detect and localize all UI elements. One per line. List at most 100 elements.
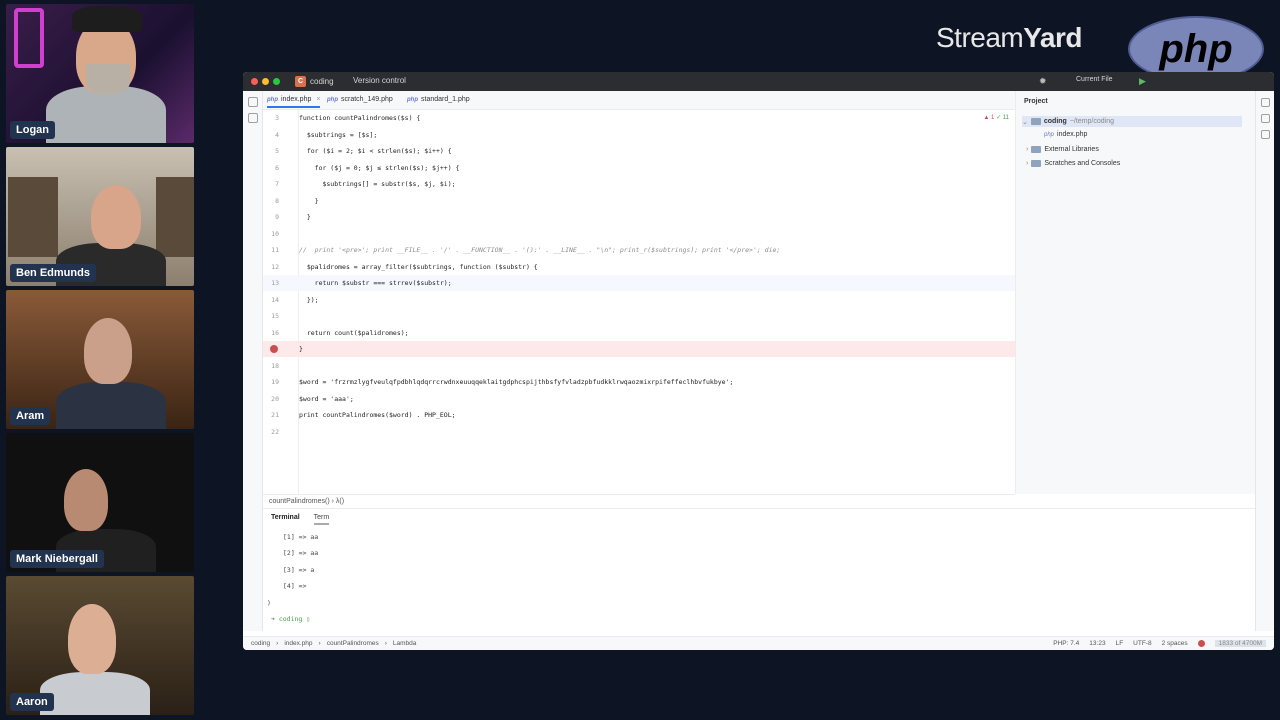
code-line[interactable]: 13 return $substr === strrev($substr); <box>263 275 1015 291</box>
terminal-output-line: [2] => aa <box>283 549 319 557</box>
code-line[interactable]: 9 } <box>263 209 1015 225</box>
project-name: coding <box>310 77 334 86</box>
line-number: 4 <box>275 130 279 139</box>
participant-name: Mark Niebergall <box>10 550 104 568</box>
terminal-prompt[interactable]: ➜ coding ▯ <box>271 615 310 623</box>
project-panel: Project ⌄ coding ~/temp/coding php index… <box>1015 91 1255 494</box>
crumb-file[interactable]: index.php <box>284 640 312 647</box>
code-text: function countPalindromes($s) { <box>299 114 421 122</box>
code-line[interactable]: 20 $word = 'aaa'; <box>263 391 1015 407</box>
code-text: } <box>299 345 303 353</box>
line-number: 19 <box>271 378 279 386</box>
code-line[interactable]: 22 <box>263 424 1015 440</box>
line-number: 11 <box>271 246 279 254</box>
code-line[interactable]: 6 for ($j = 0; $j ≤ strlen($s); $j++) { <box>263 160 1015 176</box>
terminal-panel[interactable]: Terminal Term [1] => aa [2] => aa [3] =>… <box>263 508 1255 632</box>
run-icon[interactable]: ▶ <box>1139 76 1146 87</box>
participant-tile[interactable]: Aram <box>6 290 194 429</box>
minimize-window-button[interactable] <box>262 78 269 85</box>
code-line[interactable]: 11 // print '<pre>'; print __FILE__ . '/'… <box>263 242 1015 258</box>
breakpoint-icon[interactable] <box>270 345 278 353</box>
code-text: }); <box>299 295 319 304</box>
code-text: return $substr === strrev($substr); <box>299 279 452 287</box>
participant-tile[interactable]: Logan <box>6 4 194 143</box>
project-panel-title[interactable]: Project <box>1024 98 1048 105</box>
version-control-menu[interactable]: Version control <box>353 76 406 85</box>
tree-file-index[interactable]: php index.php <box>1044 131 1087 138</box>
project-selector[interactable]: C coding <box>295 75 334 88</box>
notifications-icon[interactable] <box>1260 98 1270 107</box>
tab-scratch-php[interactable]: php scratch_149.php <box>327 96 393 103</box>
participant-tile[interactable]: Ben Edmunds <box>6 147 194 286</box>
ai-assistant-icon[interactable] <box>1260 130 1270 139</box>
file-encoding[interactable]: UTF-8 <box>1133 640 1151 647</box>
line-number: 3 <box>275 114 279 122</box>
close-window-button[interactable] <box>251 78 258 85</box>
tree-root-folder[interactable]: ⌄ coding ~/temp/coding <box>1022 116 1242 127</box>
crumb-function[interactable]: countPalindromes <box>327 640 379 647</box>
participant-tile[interactable]: Mark Niebergall <box>6 433 194 572</box>
code-breadcrumb[interactable]: countPalindromes() › λ() <box>263 494 1015 508</box>
code-line[interactable]: 7 $subtrings[] = substr($s, $j, $i); <box>263 176 1015 192</box>
library-icon <box>1031 146 1042 153</box>
tab-term[interactable]: Term <box>313 514 330 525</box>
code-line[interactable]: 5 for ($i = 2; $i < strlen($s); $i++) { <box>263 143 1015 159</box>
line-number: 20 <box>271 394 279 403</box>
run-config-selector[interactable]: Current File <box>1076 76 1113 83</box>
php-file-icon: php <box>327 96 338 103</box>
status-indicators: PHP: 7.4 13:23 LF UTF-8 2 spaces 1833 of… <box>1053 640 1266 647</box>
php-file-icon: php <box>407 96 418 103</box>
code-line[interactable]: 10 <box>263 226 1015 242</box>
ide-window: C coding Version control ✹ Current File … <box>243 72 1274 650</box>
project-tool-icon[interactable] <box>247 97 258 107</box>
code-line[interactable]: 8 } <box>263 193 1015 209</box>
participant-name: Logan <box>10 121 55 139</box>
tree-scratches[interactable]: › Scratches and Consoles <box>1026 160 1120 167</box>
tab-standard-php[interactable]: php standard_1.php <box>407 96 470 103</box>
code-text: return count($palidromes); <box>299 328 409 337</box>
line-number: 14 <box>271 295 279 304</box>
tree-label: External Libraries <box>1044 146 1099 153</box>
code-editor[interactable]: ▲ 1 ✓ 11 3 function countPalindromes($s) … <box>263 110 1015 494</box>
title-bar: C coding Version control ✹ Current File … <box>243 72 1274 91</box>
tree-external-libraries[interactable]: › External Libraries <box>1026 146 1099 153</box>
code-line[interactable]: 4 $subtrings = [$s]; <box>263 127 1015 143</box>
structure-tool-icon[interactable] <box>247 113 258 123</box>
participant-name: Aram <box>10 407 51 425</box>
code-line[interactable]: 18 <box>263 358 1015 374</box>
tab-index-php[interactable]: php index.php × <box>267 96 321 108</box>
code-line[interactable]: 15 <box>263 308 1015 324</box>
indent-setting[interactable]: 2 spaces <box>1162 640 1188 647</box>
terminal-output-line: [1] => aa <box>283 533 319 541</box>
bug-icon[interactable]: ✹ <box>1039 76 1047 87</box>
crumb-project[interactable]: coding <box>251 640 270 647</box>
participant-tile[interactable]: Aaron <box>6 576 194 715</box>
code-text: // print '<pre>'; print __FILE__ . '/' .… <box>299 246 781 254</box>
php-version[interactable]: PHP: 7.4 <box>1053 640 1079 647</box>
cursor-position[interactable]: 13:23 <box>1089 640 1105 647</box>
memory-indicator[interactable]: 1833 of 4700M <box>1214 640 1266 647</box>
code-text: $palidromes = array_filter($subtrings, f… <box>299 262 538 271</box>
error-indicator-icon[interactable] <box>1197 640 1205 647</box>
line-number: 21 <box>271 411 279 419</box>
tab-label: scratch_149.php <box>341 96 393 103</box>
tab-label: standard_1.php <box>421 96 470 103</box>
database-icon[interactable] <box>1260 114 1270 123</box>
code-line[interactable]: 19 $word = 'frzrmzlygfveulqfpdbhlqdqrrcrw… <box>263 374 1015 390</box>
line-separator[interactable]: LF <box>1116 640 1124 647</box>
code-line[interactable]: 12 $palidromes = array_filter($subtrings… <box>263 259 1015 275</box>
crumb-lambda[interactable]: Lambda <box>393 640 417 647</box>
code-line[interactable]: } <box>263 341 1015 357</box>
line-number: 7 <box>275 180 279 188</box>
code-line[interactable]: 16 return count($palidromes); <box>263 325 1015 341</box>
maximize-window-button[interactable] <box>273 78 280 85</box>
php-file-icon: php <box>267 96 278 103</box>
code-line[interactable]: 21 print countPalindromes($word) . PHP_EO… <box>263 407 1015 423</box>
code-line[interactable]: 3 function countPalindromes($s) { <box>263 110 1015 126</box>
code-line[interactable]: 14 }); <box>263 292 1015 308</box>
tab-terminal[interactable]: Terminal <box>271 514 300 525</box>
close-tab-icon[interactable]: × <box>316 96 320 103</box>
scratches-icon <box>1031 160 1042 167</box>
code-text: } <box>299 213 311 221</box>
line-number: 13 <box>271 279 279 287</box>
